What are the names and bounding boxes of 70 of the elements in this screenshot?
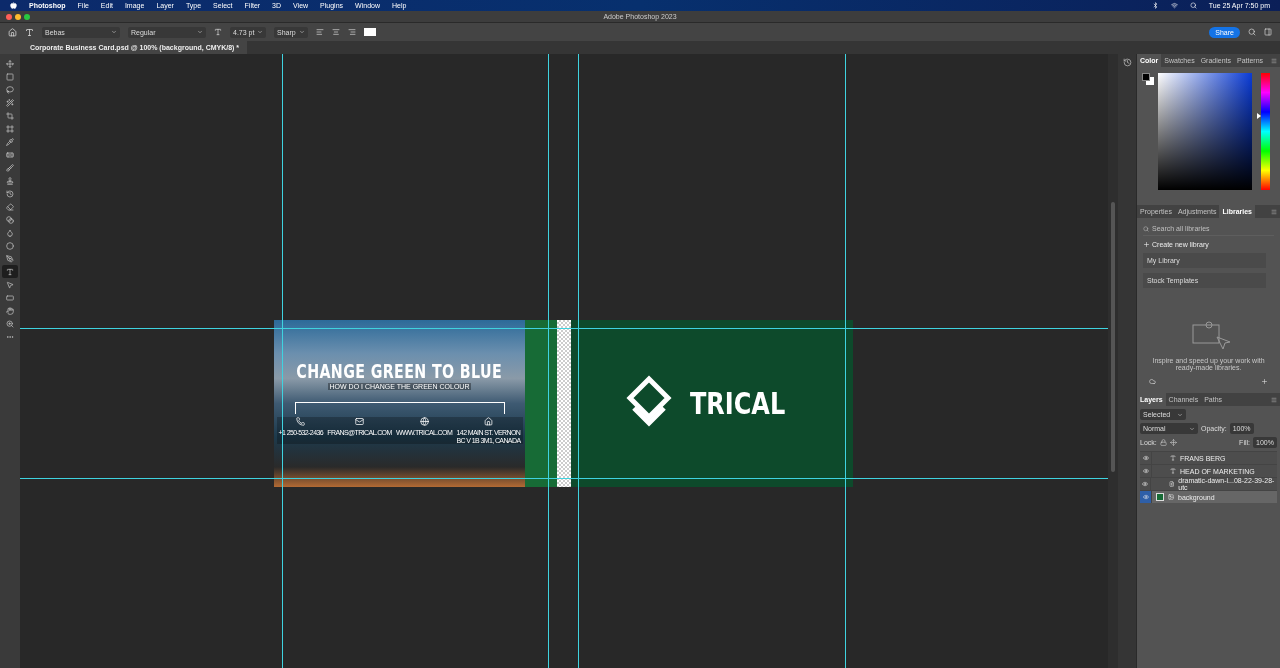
hand-icon (6, 306, 14, 315)
lasso-icon (6, 85, 14, 94)
web-icon (419, 417, 429, 426)
chevron-down-icon (299, 29, 305, 35)
search-icon[interactable] (1248, 28, 1256, 36)
history-panel-icon[interactable] (1122, 58, 1132, 67)
heal-icon (6, 150, 14, 159)
chevron-down-icon (111, 29, 117, 35)
plus-icon (1143, 241, 1150, 248)
eye-icon[interactable] (1142, 455, 1149, 461)
logo-text: TRICAL (690, 386, 786, 421)
search-icon (1143, 225, 1149, 232)
marquee-icon (6, 72, 14, 81)
crop-icon (6, 111, 14, 120)
panel-menu-icon[interactable] (1271, 57, 1277, 64)
add-icon[interactable] (1261, 378, 1268, 385)
eye-icon[interactable] (1142, 481, 1149, 487)
hue-slider-thumb[interactable] (1257, 113, 1261, 120)
workspace-icon[interactable] (1264, 28, 1272, 36)
chevron-down-icon (197, 29, 203, 35)
text-color-swatch[interactable] (364, 28, 376, 36)
frame-icon (6, 124, 14, 133)
eye-icon[interactable] (1142, 494, 1149, 500)
bluetooth-icon[interactable] (1151, 2, 1159, 9)
move-icon (6, 59, 14, 68)
chevron-down-icon (257, 29, 263, 35)
scrollbar-thumb[interactable] (1111, 202, 1115, 472)
type-tool-button[interactable] (2, 265, 18, 278)
align-center-icon[interactable] (332, 28, 340, 36)
eraser-icon (6, 202, 14, 211)
fill-layer-icon (1168, 494, 1174, 500)
close-button[interactable] (6, 13, 12, 20)
home-icon (483, 417, 493, 426)
text-layer-icon (1170, 455, 1176, 461)
move-lock-icon[interactable] (1169, 439, 1177, 446)
shape-icon (6, 293, 14, 302)
select-icon (6, 98, 14, 107)
minimize-button[interactable] (15, 13, 21, 20)
panel-menu-icon[interactable] (1271, 208, 1277, 215)
gradient-icon (6, 215, 14, 224)
apple-icon[interactable] (10, 2, 17, 9)
color-swatches-icon[interactable] (1142, 73, 1154, 85)
cloud-icon[interactable] (1149, 378, 1156, 385)
dodge-icon (6, 241, 14, 250)
align-right-icon[interactable] (348, 28, 356, 36)
phone-icon (296, 417, 306, 426)
panel-menu-icon[interactable] (1271, 396, 1277, 403)
zoom-icon (6, 319, 14, 328)
stamp-icon (6, 176, 14, 185)
blur-icon (6, 228, 14, 237)
lock-icon[interactable] (1159, 439, 1167, 446)
mail-icon (355, 417, 364, 426)
color-field[interactable] (1158, 73, 1252, 190)
align-left-icon[interactable] (316, 28, 324, 36)
headline: CHANGE GREEN TO BLUE (296, 360, 503, 382)
brush-icon (6, 163, 14, 172)
eyedropper-icon (6, 137, 14, 146)
text-layer-icon (1170, 468, 1176, 474)
pen-icon (6, 254, 14, 263)
zoom-button[interactable] (24, 13, 30, 20)
type-icon (6, 267, 14, 276)
layer-thumbnail (1156, 493, 1164, 501)
wifi-icon[interactable] (1170, 2, 1178, 9)
type-tool-icon[interactable] (25, 27, 34, 37)
font-size-icon (214, 28, 222, 36)
smart-layer-icon (1168, 481, 1175, 487)
eye-icon[interactable] (1142, 468, 1149, 474)
home-icon[interactable] (8, 27, 17, 37)
history-icon (6, 189, 14, 198)
path-icon (6, 280, 14, 289)
